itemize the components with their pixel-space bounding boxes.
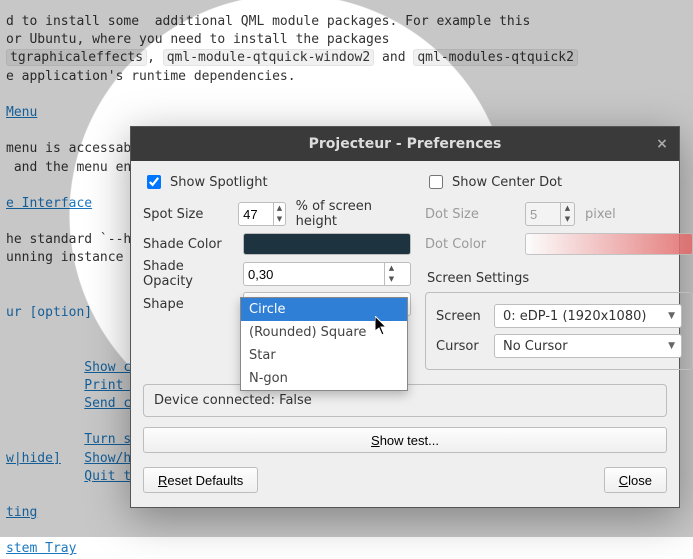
- dot-size-stepper: ▲▼: [525, 202, 575, 226]
- spin-down-icon[interactable]: ▼: [274, 214, 284, 225]
- spin-up-icon[interactable]: ▲: [385, 263, 398, 274]
- dot-size-label: Dot Size: [425, 207, 515, 222]
- shape-label: Shape: [143, 297, 233, 312]
- cursor-select[interactable]: No Cursor ▼: [494, 334, 682, 358]
- spot-size-stepper[interactable]: ▲▼: [238, 202, 285, 226]
- show-spotlight-checkbox[interactable]: Show Spotlight: [143, 171, 411, 193]
- dot-size-input: [526, 203, 560, 225]
- close-button[interactable]: Close: [604, 467, 667, 493]
- shape-option[interactable]: (Rounded) Square: [241, 321, 407, 344]
- dialog-titlebar[interactable]: Projecteur - Preferences ×: [131, 127, 679, 161]
- screen-settings-heading: Screen Settings: [427, 271, 693, 286]
- close-icon[interactable]: ×: [645, 127, 679, 161]
- spin-up-icon: ▲: [561, 203, 574, 214]
- shape-option[interactable]: Star: [241, 344, 407, 367]
- reset-defaults-button[interactable]: Reset Defaults: [143, 467, 258, 493]
- spin-down-icon[interactable]: ▼: [385, 274, 398, 285]
- spin-down-icon: ▼: [561, 214, 574, 225]
- show-test-button[interactable]: Show test...: [143, 427, 667, 453]
- spot-size-input[interactable]: [239, 203, 273, 225]
- shade-opacity-stepper[interactable]: ▲▼: [243, 262, 411, 286]
- shape-dropdown[interactable]: Circle(Rounded) SquareStarN-gon: [240, 297, 408, 391]
- chevron-down-icon: ▼: [668, 311, 675, 321]
- spin-up-icon[interactable]: ▲: [274, 203, 284, 214]
- shape-option[interactable]: N-gon: [241, 367, 407, 390]
- shade-color-label: Shade Color: [143, 237, 233, 252]
- screen-select[interactable]: 0: eDP-1 (1920x1080) ▼: [494, 304, 682, 328]
- shade-opacity-input[interactable]: [244, 263, 384, 285]
- show-centerdot-checkbox[interactable]: Show Center Dot: [425, 171, 693, 193]
- dialog-title: Projecteur - Preferences: [309, 136, 502, 152]
- screen-label: Screen: [436, 309, 484, 324]
- shade-color-swatch[interactable]: [243, 233, 411, 255]
- shade-opacity-label: Shade Opacity: [143, 259, 233, 289]
- dot-color-label: Dot Color: [425, 237, 515, 252]
- spot-size-label: Spot Size: [143, 207, 228, 222]
- dot-color-swatch: [525, 233, 693, 255]
- shape-option[interactable]: Circle: [241, 298, 407, 321]
- cursor-label: Cursor: [436, 339, 484, 354]
- chevron-down-icon: ▼: [668, 341, 675, 351]
